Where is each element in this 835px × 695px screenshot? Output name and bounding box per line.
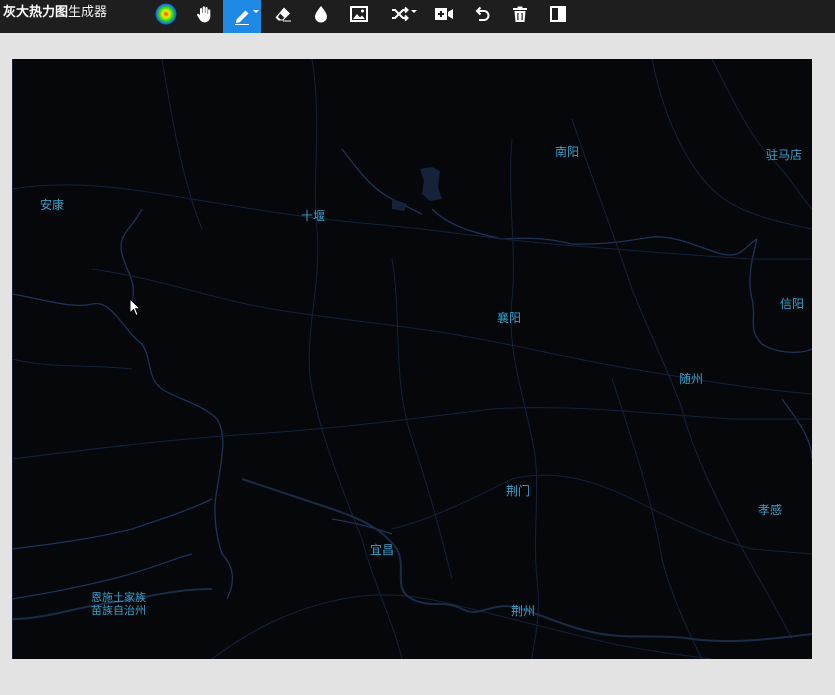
city-label-ankang: 安康 xyxy=(40,198,65,212)
mouse-cursor-icon xyxy=(129,297,142,321)
pan-tool-button[interactable] xyxy=(185,0,223,27)
shuffle-tool-button[interactable] xyxy=(381,0,419,27)
city-label-nanyang: 南阳 xyxy=(555,145,580,159)
toolbar: 灰大热力图生成器 xyxy=(0,0,835,33)
city-label-enshi-line1: 恩施土家族 xyxy=(91,591,146,604)
opacity-tool-button[interactable] xyxy=(302,0,340,27)
undo-icon xyxy=(474,6,490,22)
add-video-icon xyxy=(434,7,454,21)
app-title-bold: 灰大热力图 xyxy=(3,5,69,20)
city-label-enshi: 恩施土家族 苗族自治州 xyxy=(91,591,146,617)
city-label-jingzhou: 荆州 xyxy=(511,604,536,618)
eraser-tool-button[interactable] xyxy=(264,0,302,27)
image-icon xyxy=(350,5,368,22)
city-label-shiyan: 十堰 xyxy=(301,209,326,223)
hand-icon xyxy=(195,5,213,23)
trash-icon xyxy=(513,6,527,22)
undo-button[interactable] xyxy=(463,0,501,27)
chevron-down-icon xyxy=(253,10,259,13)
split-view-button[interactable] xyxy=(539,0,577,27)
city-label-enshi-line2: 苗族自治州 xyxy=(91,604,146,617)
drop-icon xyxy=(314,5,328,23)
shuffle-icon xyxy=(391,6,409,22)
delete-button[interactable] xyxy=(501,0,539,27)
map-base-layer xyxy=(12,59,812,659)
map-canvas[interactable]: 南阳 驻马店 安康 十堰 信阳 襄阳 随州 荆门 孝感 宜昌 恩施土家族 苗族自… xyxy=(12,59,812,659)
app-title: 灰大热力图生成器 xyxy=(3,0,107,33)
pen-icon xyxy=(234,9,250,25)
city-label-xiaogan: 孝感 xyxy=(758,503,783,517)
city-label-xiangyang: 襄阳 xyxy=(497,311,522,325)
image-tool-button[interactable] xyxy=(340,0,378,27)
gradient-tool-button[interactable] xyxy=(147,0,185,27)
city-label-zhumadian: 驻马店 xyxy=(766,148,803,162)
pen-tool-button[interactable] xyxy=(223,0,261,33)
city-label-suizhou: 随州 xyxy=(679,372,704,386)
city-label-yichang: 宜昌 xyxy=(370,543,395,557)
gradient-icon xyxy=(155,3,177,25)
add-video-button[interactable] xyxy=(425,0,463,27)
city-label-jingmen: 荆门 xyxy=(506,484,531,498)
city-label-xinyang: 信阳 xyxy=(780,297,805,311)
app-title-rest: 生成器 xyxy=(68,5,108,20)
chevron-down-icon xyxy=(411,10,417,13)
split-view-icon xyxy=(550,5,566,22)
eraser-icon xyxy=(274,6,292,22)
